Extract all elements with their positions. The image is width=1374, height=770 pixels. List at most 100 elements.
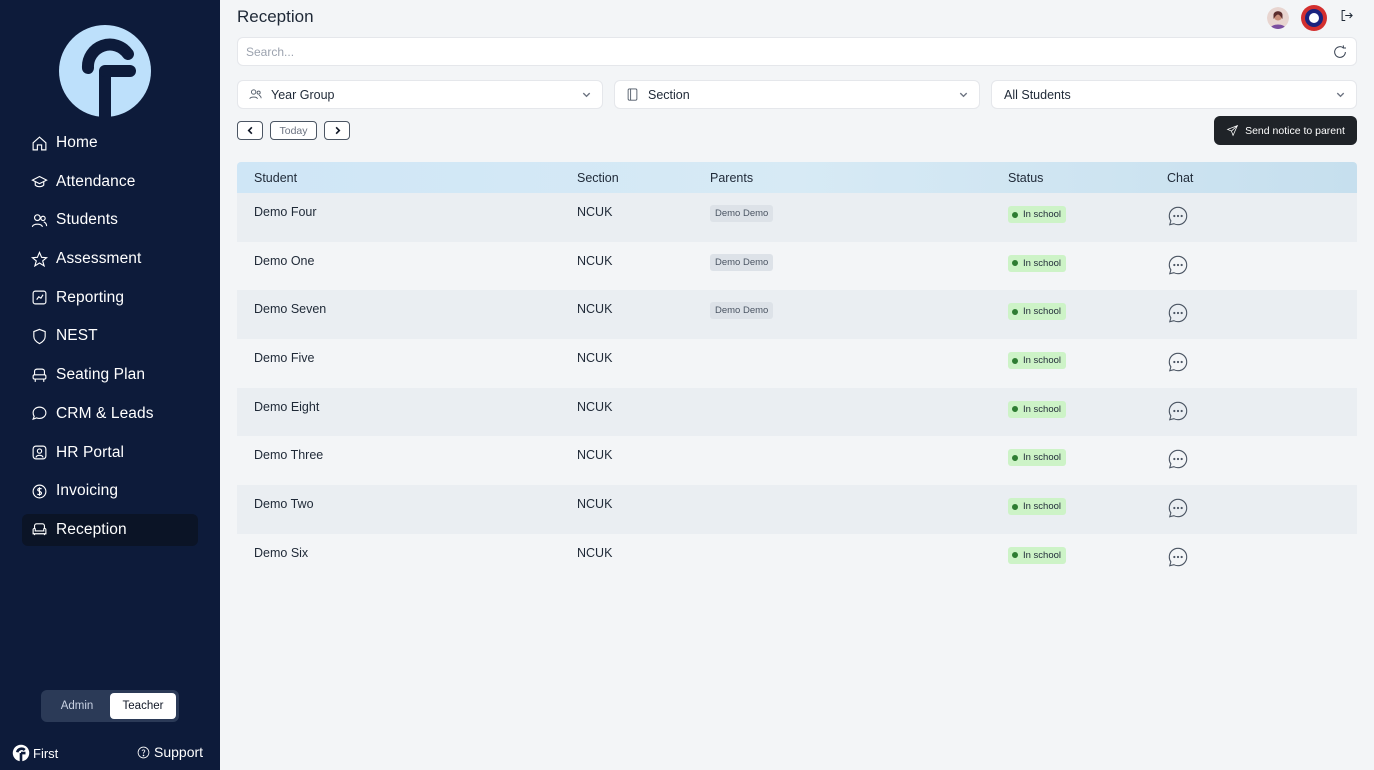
student-section: NCUK bbox=[577, 253, 613, 268]
status-text: In school bbox=[1023, 209, 1062, 220]
chat-icon[interactable] bbox=[1167, 205, 1189, 230]
sidebar-item-reporting[interactable]: Reporting bbox=[22, 282, 198, 314]
table-row[interactable]: Demo Four NCUK Demo Demo In school bbox=[237, 193, 1357, 242]
dollar-icon bbox=[30, 482, 48, 500]
admin-role-button[interactable]: Admin bbox=[44, 693, 110, 719]
student-name[interactable]: Demo Three bbox=[254, 448, 323, 462]
top-right-toolbar bbox=[1267, 5, 1354, 31]
sidebar-item-label: Seating Plan bbox=[56, 366, 146, 384]
parent-chip[interactable]: Demo Demo bbox=[710, 302, 774, 320]
status-dot bbox=[1012, 357, 1018, 364]
sidebar-item-seating-plan[interactable]: Seating Plan bbox=[22, 359, 198, 391]
table-header: Student Section Parents Status Chat bbox=[237, 162, 1357, 193]
status-dot bbox=[1012, 454, 1018, 461]
sidebar: Home Attendance Students Assessment Repo… bbox=[0, 0, 220, 770]
status-text: In school bbox=[1023, 257, 1062, 269]
seat-icon bbox=[30, 366, 48, 384]
user-badge-icon bbox=[30, 444, 48, 462]
book-icon bbox=[625, 87, 640, 102]
previous-day-button[interactable] bbox=[237, 121, 263, 140]
column-header-chat[interactable]: Chat bbox=[1167, 171, 1193, 185]
sidebar-item-assessment[interactable]: Assessment bbox=[22, 243, 198, 275]
chat-icon[interactable] bbox=[1167, 351, 1189, 376]
chat-icon[interactable] bbox=[1167, 497, 1189, 522]
student-name[interactable]: Demo Eight bbox=[254, 400, 319, 414]
student-name[interactable]: Demo Seven bbox=[254, 302, 326, 316]
status-badge: In school bbox=[1008, 498, 1067, 516]
chat-icon[interactable] bbox=[1167, 448, 1189, 473]
table-row[interactable]: Demo Two NCUK In school bbox=[237, 485, 1357, 534]
sidebar-item-attendance[interactable]: Attendance bbox=[22, 166, 198, 198]
student-name[interactable]: Demo One bbox=[254, 254, 314, 268]
sidebar-item-label: Assessment bbox=[56, 250, 142, 268]
school-avatar[interactable] bbox=[1301, 5, 1327, 31]
parent-chip[interactable]: Demo Demo bbox=[710, 253, 774, 271]
chat-icon[interactable] bbox=[1167, 546, 1189, 571]
table-row[interactable]: Demo Six NCUK In school bbox=[237, 533, 1357, 583]
sidebar-item-hr-portal[interactable]: HR Portal bbox=[22, 437, 198, 469]
student-name[interactable]: Demo Five bbox=[254, 351, 314, 365]
status-text: In school bbox=[1023, 452, 1062, 464]
status-text: In school bbox=[1023, 355, 1062, 367]
sidebar-item-invoicing[interactable]: Invoicing bbox=[22, 475, 198, 507]
logout-icon[interactable] bbox=[1339, 8, 1354, 28]
table-row[interactable]: Demo Eight NCUK In school bbox=[237, 387, 1357, 437]
search-bar bbox=[237, 37, 1357, 66]
chevron-left-icon bbox=[247, 126, 252, 135]
refresh-icon[interactable] bbox=[1332, 44, 1348, 65]
student-name[interactable]: Demo Four bbox=[254, 205, 317, 219]
year-group-select[interactable]: Year Group bbox=[237, 80, 603, 109]
sidebar-item-label: CRM & Leads bbox=[56, 404, 154, 422]
students-filter-label: All Students bbox=[1004, 87, 1071, 102]
status-badge: In school bbox=[1008, 546, 1067, 564]
help-icon bbox=[137, 746, 150, 758]
send-icon bbox=[1226, 124, 1239, 137]
star-icon bbox=[30, 250, 48, 268]
sidebar-nav: Home Attendance Students Assessment Repo… bbox=[22, 127, 198, 553]
next-day-button[interactable] bbox=[324, 121, 350, 140]
today-button[interactable]: Today bbox=[270, 121, 317, 140]
chat-icon[interactable] bbox=[1167, 400, 1189, 425]
table-row[interactable]: Demo Five NCUK In school bbox=[237, 339, 1357, 388]
status-badge: In school bbox=[1008, 400, 1067, 418]
status-badge: In school bbox=[1008, 449, 1067, 467]
app-logo[interactable] bbox=[58, 24, 152, 118]
sidebar-item-crm-leads[interactable]: CRM & Leads bbox=[22, 398, 198, 430]
table-row[interactable]: Demo Three NCUK In school bbox=[237, 436, 1357, 486]
chat-icon[interactable] bbox=[1167, 254, 1189, 279]
sidebar-item-nest[interactable]: NEST bbox=[22, 320, 198, 352]
status-badge: In school bbox=[1008, 254, 1067, 272]
sidebar-item-students[interactable]: Students bbox=[22, 204, 198, 236]
table-row[interactable]: Demo One NCUK Demo Demo In school bbox=[237, 241, 1357, 291]
column-header-student[interactable]: Student bbox=[254, 171, 297, 185]
sofa-icon bbox=[30, 521, 48, 539]
chat-icon[interactable] bbox=[1167, 302, 1189, 327]
parent-name: Demo Demo bbox=[710, 205, 774, 222]
sidebar-item-label: Attendance bbox=[56, 172, 136, 190]
send-notice-button[interactable]: Send notice to parent bbox=[1214, 116, 1357, 145]
section-select[interactable]: Section bbox=[614, 80, 980, 109]
footer-brand[interactable]: First bbox=[12, 744, 58, 762]
chevron-right-icon bbox=[335, 126, 340, 135]
student-name[interactable]: Demo Two bbox=[254, 497, 314, 511]
sidebar-item-home[interactable]: Home bbox=[22, 127, 198, 159]
page-title: Reception bbox=[237, 7, 314, 26]
support-link[interactable]: Support bbox=[137, 744, 203, 760]
table-row[interactable]: Demo Seven NCUK Demo Demo In school bbox=[237, 290, 1357, 340]
column-header-parents[interactable]: Parents bbox=[710, 171, 753, 185]
status-dot bbox=[1012, 406, 1018, 413]
sidebar-item-label: Invoicing bbox=[56, 482, 119, 500]
attendance-icon bbox=[30, 173, 48, 191]
status-text: In school bbox=[1023, 306, 1062, 318]
sidebar-item-reception[interactable]: Reception bbox=[22, 513, 198, 546]
column-header-section[interactable]: Section bbox=[577, 171, 619, 185]
user-avatar[interactable] bbox=[1267, 7, 1289, 29]
brand-name: First bbox=[33, 745, 59, 761]
student-name[interactable]: Demo Six bbox=[254, 546, 308, 560]
column-header-status[interactable]: Status bbox=[1008, 171, 1043, 185]
search-input[interactable] bbox=[238, 38, 1298, 65]
sidebar-item-label: Reception bbox=[56, 520, 127, 538]
parent-chip[interactable]: Demo Demo bbox=[710, 205, 774, 222]
students-select[interactable]: All Students bbox=[991, 80, 1357, 109]
teacher-role-button[interactable]: Teacher bbox=[110, 693, 176, 719]
